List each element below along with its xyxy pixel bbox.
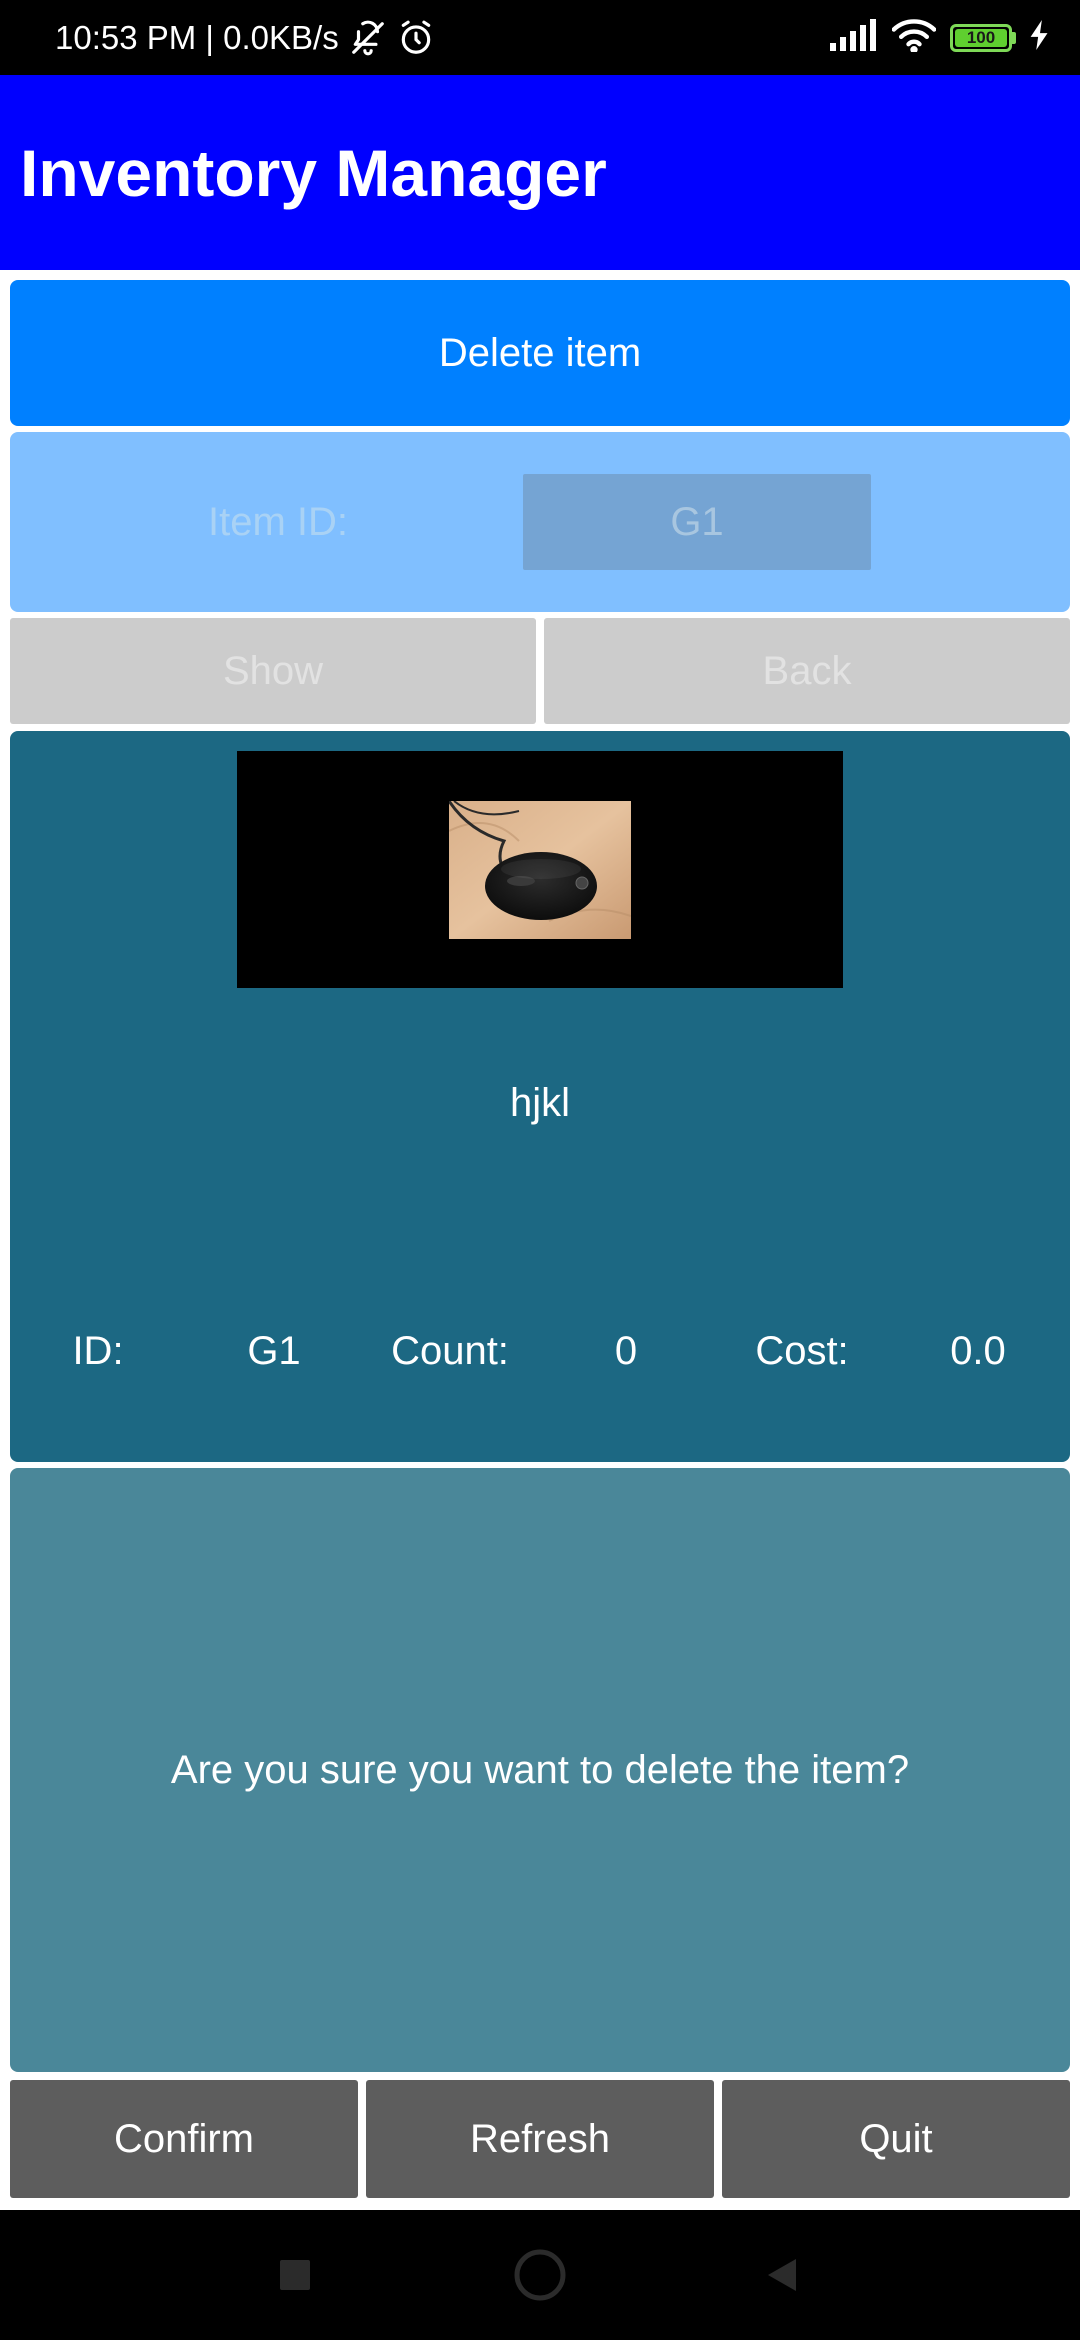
count-value: 0 (614, 1328, 638, 1373)
wifi-icon (891, 18, 937, 57)
back-triangle-icon[interactable] (732, 2210, 832, 2340)
item-stats-row: ID: G1 Count: 0 Cost: 0.0 (10, 1321, 1070, 1381)
status-right: 100 (828, 0, 1050, 75)
count-label: Count: (391, 1328, 509, 1373)
item-name: hjkl (509, 1081, 571, 1125)
item-image (449, 801, 631, 939)
item-image-frame (237, 751, 843, 988)
alarm-icon (397, 19, 435, 57)
item-details-panel: hjkl ID: G1 Count: 0 Cost: 0.0 (10, 731, 1070, 1462)
refresh-button[interactable]: Refresh (366, 2080, 714, 2198)
status-bar: 10:53 PM | 0.0KB/s 100 (0, 0, 1080, 75)
top-button-row: Show Back (10, 618, 1070, 724)
confirm-message-panel: Are you sure you want to delete the item… (10, 1468, 1070, 2072)
delete-item-banner: Delete item (10, 280, 1070, 426)
id-value: G1 (247, 1328, 301, 1373)
status-left: 10:53 PM | 0.0KB/s (55, 0, 435, 75)
item-id-field[interactable]: G1 (523, 474, 871, 570)
confirm-message: Are you sure you want to delete the item… (170, 1747, 910, 1792)
home-circle-icon[interactable] (490, 2210, 590, 2340)
show-button[interactable]: Show (10, 618, 536, 724)
app-bar: Inventory Manager (0, 75, 1080, 270)
cost-label: Cost: (755, 1328, 849, 1373)
bottom-button-row: Confirm Refresh Quit (10, 2080, 1070, 2198)
item-id-label: Item ID: (208, 499, 349, 544)
quit-button[interactable]: Quit (722, 2080, 1070, 2198)
signal-icon (828, 19, 878, 56)
navigation-bar (0, 2210, 1080, 2340)
status-time-speed: 10:53 PM | 0.0KB/s (55, 18, 339, 56)
battery-level: 100 (955, 28, 1007, 47)
recents-square-icon[interactable] (245, 2210, 345, 2340)
app-title: Inventory Manager (20, 135, 607, 210)
back-button[interactable]: Back (544, 618, 1070, 724)
charging-icon (1030, 20, 1050, 55)
bell-off-icon (349, 19, 387, 57)
id-label: ID: (72, 1328, 124, 1373)
cost-value: 0.0 (950, 1328, 1006, 1373)
item-id-panel: Item ID: G1 (10, 432, 1070, 612)
battery-icon: 100 (950, 23, 1016, 52)
confirm-button[interactable]: Confirm (10, 2080, 358, 2198)
